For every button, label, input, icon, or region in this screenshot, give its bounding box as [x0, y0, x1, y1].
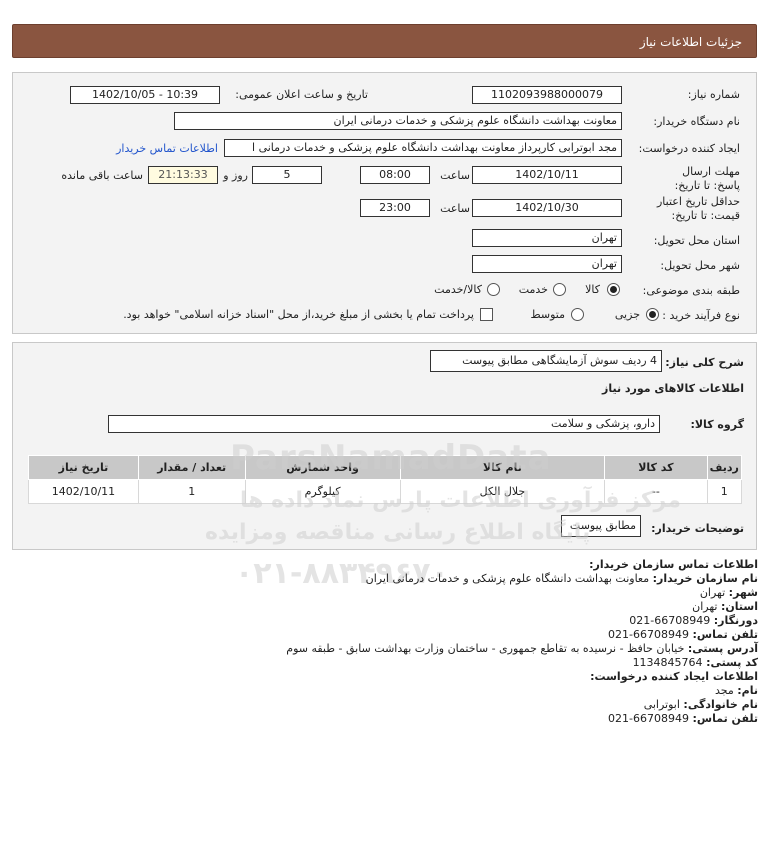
contact-buyer-link[interactable]: اطلاعات تماس خریدار [116, 142, 218, 155]
creator-phone-value: 66708949-021 [608, 712, 690, 725]
buyer-org-label: نام دستگاه خریدار: [653, 115, 740, 128]
days-field[interactable]: 5 [252, 166, 322, 184]
buyer-org-field[interactable]: معاونت بهداشت دانشگاه علوم پزشکی و خدمات… [174, 112, 622, 130]
summary-label: شرح کلی نیاز: [665, 356, 744, 369]
col-code: کد کالا [604, 455, 708, 480]
category-service-label: خدمت [518, 283, 548, 296]
contact-address-label: آدرس پستی: [687, 642, 758, 655]
validity-label: حداقل تاریخ اعتبار قیمت: تا تاریخ: [656, 195, 740, 222]
col-unit: واحد شمارش [244, 455, 401, 480]
cell-row: 1 [706, 479, 743, 504]
category-both-label: کالا/خدمت [434, 283, 482, 296]
creator-field[interactable]: مجد ابوترابی کارپرداز معاونت بهداشت دانش… [224, 139, 622, 157]
col-name: نام کالا [399, 455, 606, 480]
contact-province-line: استان: تهران [692, 600, 758, 613]
cell-name: جلال الکل [399, 479, 606, 504]
announce-field[interactable]: 1402/10/05 - 10:39 [70, 86, 220, 104]
treasury-payment-checkbox[interactable] [480, 308, 493, 321]
category-both-radio[interactable] [487, 283, 500, 296]
goods-group-label: گروه کالا: [690, 418, 744, 431]
contact-postal-value: 1134845764 [632, 656, 703, 669]
contact-province-label: استان: [721, 600, 758, 613]
contact-city-line: شهر: تهران [700, 586, 758, 599]
contact-fax-line: دورنگار: 66708949-021 [629, 614, 758, 627]
table-row[interactable]: 1 -- جلال الکل کیلوگرم 1 1402/10/11 [28, 479, 743, 504]
col-qty: تعداد / مقدار [137, 455, 246, 480]
cell-code: -- [604, 479, 708, 504]
validity-date-field[interactable]: 1402/10/30 [472, 199, 622, 217]
creator-name-value: مجد [714, 684, 734, 697]
province-label: استان محل تحویل: [653, 234, 740, 247]
contact-postal-label: کد پستی: [706, 656, 758, 669]
contact-org-label: نام سازمان خریدار: [652, 572, 758, 585]
contact-title: اطلاعات تماس سازمان خریدار: [589, 558, 758, 571]
contact-city-value: تهران [699, 586, 726, 599]
summary-field: 4 ردیف سوش آزمایشگاهی مطابق پیوست [430, 350, 662, 372]
process-label: نوع فرآیند خرید : [662, 309, 740, 322]
page-title: جزئیات اطلاعات نیاز [639, 35, 742, 49]
creator-name-label: نام: [737, 684, 758, 697]
deadline-date-field[interactable]: 1402/10/11 [472, 166, 622, 184]
category-goods-radio[interactable] [607, 283, 620, 296]
buyer-notes-field: مطابق پیوست [561, 515, 641, 537]
contact-city-label: شهر: [728, 586, 758, 599]
process-minor-radio[interactable] [646, 308, 659, 321]
creator-family-value: ابوترابی [643, 698, 680, 711]
days-label: روز و [223, 169, 248, 182]
process-minor-label: جزیی [614, 308, 640, 321]
creator-phone-label: تلفن تماس: [692, 712, 758, 725]
creator-name-line: نام: مجد [715, 684, 758, 697]
cell-unit: کیلوگرم [244, 479, 401, 504]
contact-postal-line: کد پستی: 1134845764 [633, 656, 758, 669]
deadline-label: مهلت ارسال پاسخ: تا تاریخ: [674, 165, 740, 192]
process-medium-label: متوسط [530, 308, 565, 321]
validity-time-label: ساعت [440, 202, 470, 215]
goods-table: ردیف کد کالا نام کالا واحد شمارش تعداد /… [28, 455, 743, 504]
treasury-payment-note: پرداخت تمام یا بخشی از مبلغ خرید،از محل … [123, 308, 474, 321]
announce-label: تاریخ و ساعت اعلان عمومی: [235, 88, 368, 101]
province-field[interactable]: تهران [472, 229, 622, 247]
remaining-label: ساعت باقی مانده [61, 169, 143, 182]
process-medium-radio[interactable] [571, 308, 584, 321]
cell-date: 1402/10/11 [28, 479, 139, 504]
contact-phone-value: 66708949-021 [608, 628, 690, 641]
cell-qty: 1 [137, 479, 246, 504]
creator-family-line: نام خانوادگی: ابوترابی [644, 698, 758, 711]
col-row: ردیف [706, 455, 743, 480]
creator-info-title: اطلاعات ایجاد کننده درخواست: [590, 670, 758, 683]
contact-province-value: تهران [692, 600, 718, 613]
contact-org-value: معاونت بهداشت دانشگاه علوم پزشکی و خدمات… [365, 572, 650, 585]
contact-fax-label: دورنگار: [713, 614, 758, 627]
goods-table-header: ردیف کد کالا نام کالا واحد شمارش تعداد /… [28, 455, 743, 480]
category-goods-label: کالا [585, 283, 600, 296]
col-date: تاریخ نیاز [28, 455, 139, 480]
deadline-time-label: ساعت [440, 169, 470, 182]
creator-label: ایجاد کننده درخواست: [638, 142, 740, 155]
contact-address-value: خیابان حافظ - نرسیده به تقاطع جمهوری - س… [286, 642, 685, 655]
remaining-time-field: 21:13:33 [148, 166, 218, 184]
contact-phone-label: تلفن تماس: [692, 628, 758, 641]
need-details-panel [12, 342, 757, 550]
creator-phone-line: تلفن تماس: 66708949-021 [608, 712, 758, 725]
creator-family-label: نام خانوادگی: [683, 698, 758, 711]
contact-fax-value: 66708949-021 [629, 614, 711, 627]
contact-address-line: آدرس پستی: خیابان حافظ - نرسیده به تقاطع… [286, 642, 758, 655]
category-service-radio[interactable] [553, 283, 566, 296]
buyer-notes-label: توضیحات خریدار: [651, 522, 744, 535]
validity-time-field[interactable]: 23:00 [360, 199, 430, 217]
goods-info-title: اطلاعات کالاهای مورد نیاز [602, 382, 744, 395]
city-label: شهر محل تحویل: [660, 259, 740, 272]
deadline-time-field[interactable]: 08:00 [360, 166, 430, 184]
category-label: طبقه بندی موضوعی: [642, 284, 740, 297]
need-number-field[interactable]: 1102093988000079 [472, 86, 622, 104]
need-number-label: شماره نیاز: [687, 88, 740, 101]
contact-org-line: نام سازمان خریدار: معاونت بهداشت دانشگاه… [366, 572, 758, 585]
goods-group-field: دارو، پزشکی و سلامت [108, 415, 660, 433]
contact-phone-line: تلفن تماس: 66708949-021 [608, 628, 758, 641]
page-header: جزئیات اطلاعات نیاز [12, 24, 757, 58]
city-field[interactable]: تهران [472, 255, 622, 273]
